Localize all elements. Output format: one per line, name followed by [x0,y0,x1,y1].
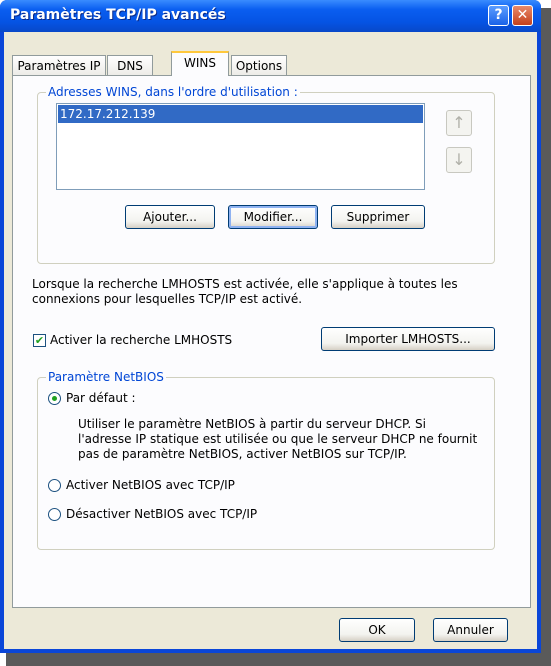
netbios-group-title: Paramètre NetBIOS [46,370,166,384]
close-button[interactable]: ✕ [512,5,533,26]
help-button[interactable]: ? [488,5,509,26]
dialog-window: Paramètres TCP/IP avancés ? ✕ Paramètres… [0,0,541,653]
lmhosts-checkbox[interactable]: ✔ [33,334,46,347]
netbios-group: Paramètre NetBIOS Par défaut : Utiliser … [37,370,495,550]
arrow-up-icon: ↑ [452,113,466,132]
move-down-button[interactable]: ↓ [446,147,472,173]
add-button[interactable]: Ajouter... [125,205,215,229]
netbios-default-label[interactable]: Par défaut : [66,391,136,406]
wins-group-title: Adresses WINS, dans l'ordre d'utilisatio… [46,85,300,99]
netbios-default-description: Utiliser le paramètre NetBIOS à partir d… [78,417,478,461]
netbios-default-radio[interactable] [48,392,61,405]
wins-addresses-group: Adresses WINS, dans l'ordre d'utilisatio… [37,85,495,264]
remove-button[interactable]: Supprimer [331,205,425,229]
tab-panel-wins: Adresses WINS, dans l'ordre d'utilisatio… [12,75,531,608]
tab-options[interactable]: Options [231,55,287,76]
import-lmhosts-button[interactable]: Importer LMHOSTS... [321,327,495,351]
title-bar[interactable]: Paramètres TCP/IP avancés ? ✕ [0,0,541,32]
wins-address-list[interactable]: 172.17.212.139 [56,103,425,190]
arrow-down-icon: ↓ [452,150,466,169]
tab-parametres-ip[interactable]: Paramètres IP [12,55,106,76]
netbios-enable-radio[interactable] [48,479,61,492]
dialog-client: Paramètres IP DNS WINS Options Adresses … [4,32,537,649]
lmhosts-description: Lorsque la recherche LMHOSTS est activée… [32,277,458,306]
move-up-button[interactable]: ↑ [446,110,472,136]
tab-wins[interactable]: WINS [171,51,229,76]
cancel-button[interactable]: Annuler [433,618,508,642]
netbios-enable-label[interactable]: Activer NetBIOS avec TCP/IP [66,478,235,493]
netbios-disable-radio[interactable] [48,508,61,521]
ok-button[interactable]: OK [339,618,415,642]
netbios-disable-label[interactable]: Désactiver NetBIOS avec TCP/IP [66,507,257,522]
lmhosts-checkbox-label[interactable]: Activer la recherche LMHOSTS [50,333,232,348]
wins-address-item[interactable]: 172.17.212.139 [58,105,423,123]
window-title: Paramètres TCP/IP avancés [10,7,226,23]
radio-selected-dot [52,396,57,401]
tab-dns[interactable]: DNS [107,55,153,76]
edit-button[interactable]: Modifier... [228,205,318,229]
